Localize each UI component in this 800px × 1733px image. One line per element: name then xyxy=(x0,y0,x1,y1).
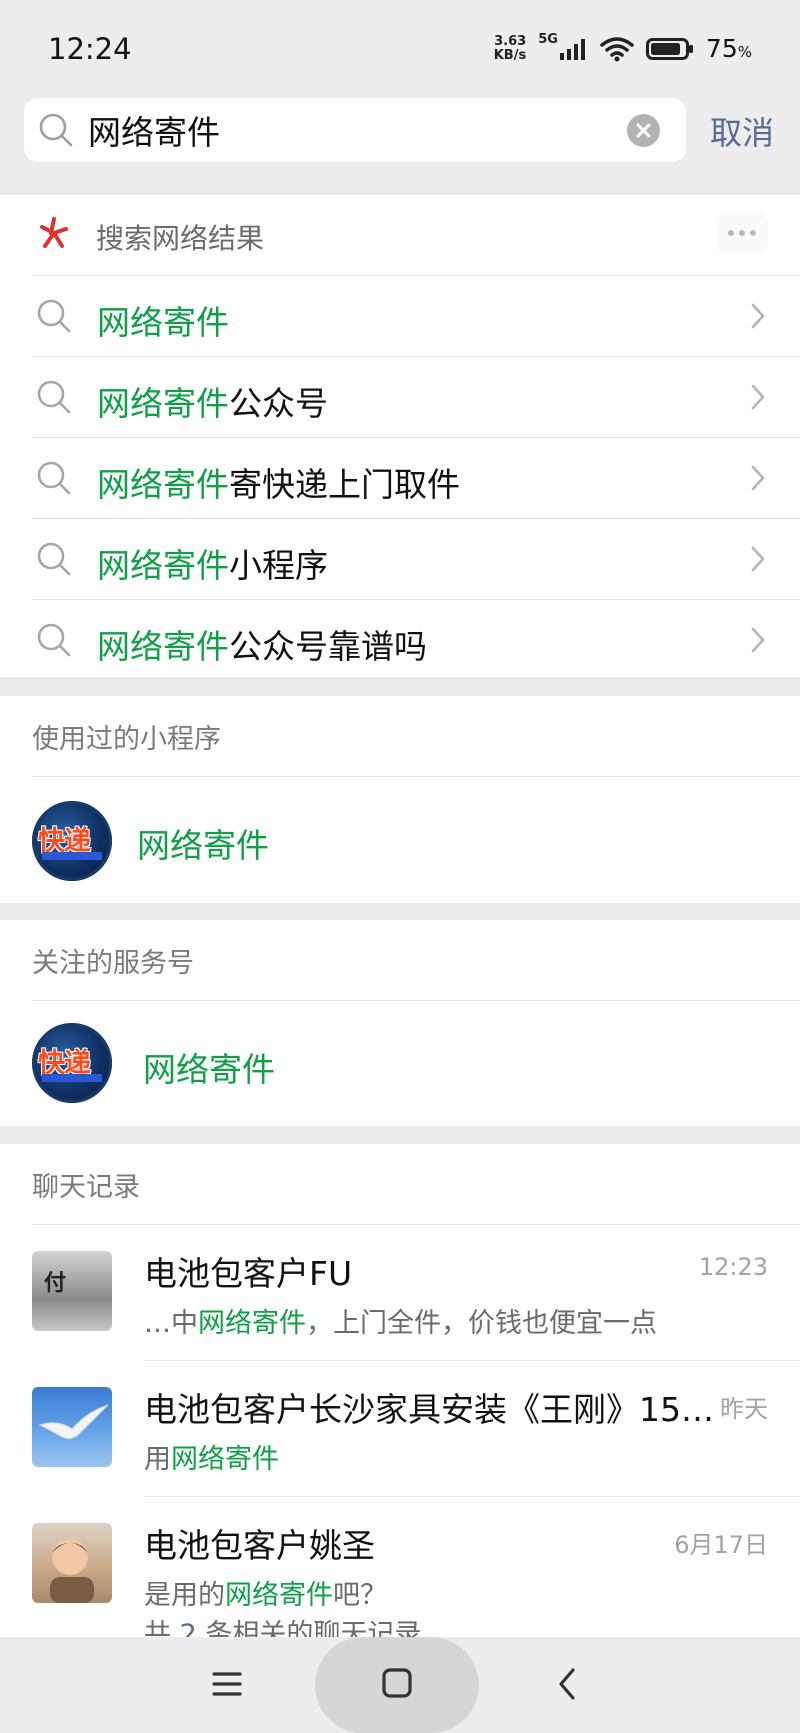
chat-records-section: 聊天记录 付 电池包客户FU 12:23 …中网络寄件，上门全件，价钱也便宜一点… xyxy=(0,1144,800,1637)
avatar xyxy=(32,1523,112,1603)
chat-record-item[interactable]: 电池包客户长沙家具安装《王刚》15… 昨天 用网络寄件 xyxy=(0,1361,800,1497)
search-input[interactable] xyxy=(88,106,628,154)
mini-program-item[interactable]: 快递 网络寄件 xyxy=(0,777,800,905)
chevron-right-icon xyxy=(751,465,765,491)
suggestion-text: 网络寄件小程序 xyxy=(97,546,328,585)
more-dot-icon xyxy=(739,230,745,236)
more-dot-icon xyxy=(728,230,734,236)
search-icon xyxy=(37,299,71,333)
network-speed: 3.63 KB/s xyxy=(493,33,527,63)
search-suggestion[interactable]: 网络寄件 xyxy=(0,276,800,356)
followed-service-accounts-section: 关注的服务号 快递 网络寄件 xyxy=(0,920,800,1126)
chevron-right-icon xyxy=(751,384,765,410)
chat-time: 12:23 xyxy=(698,1253,768,1281)
logo-band xyxy=(42,1074,102,1082)
service-account-logo: 快递 xyxy=(32,1023,112,1103)
search-suggestion[interactable]: 网络寄件寄快递上门取件 xyxy=(0,438,800,518)
chevron-right-icon xyxy=(751,303,765,329)
clear-search-button[interactable] xyxy=(627,114,660,147)
mini-program-name: 网络寄件 xyxy=(137,826,269,865)
wifi-icon xyxy=(600,36,634,61)
search-icon xyxy=(37,461,71,495)
search-suggestion[interactable]: 网络寄件小程序 xyxy=(0,519,800,599)
chat-snippet: …中网络寄件，上门全件，价钱也便宜一点 xyxy=(144,1308,657,1339)
search-icon xyxy=(37,623,71,657)
bird-image xyxy=(38,1404,109,1440)
cancel-button[interactable]: 取消 xyxy=(710,108,774,154)
section-header: 关注的服务号 xyxy=(32,947,194,979)
chat-title: 电池包客户长沙家具安装《王刚》15… xyxy=(144,1390,714,1429)
suggestion-text: 网络寄件 xyxy=(97,303,229,342)
avatar xyxy=(32,1387,112,1467)
baby-photo-image xyxy=(50,1539,94,1603)
chat-title: 电池包客户FU xyxy=(144,1254,353,1293)
search-icon xyxy=(39,113,73,147)
section-header: 使用过的小程序 xyxy=(32,723,221,755)
battery-percentage: 75% xyxy=(705,34,752,63)
chevron-right-icon xyxy=(751,546,765,572)
status-time: 12:24 xyxy=(48,32,132,66)
service-account-name: 网络寄件 xyxy=(143,1050,275,1089)
more-dot-icon xyxy=(750,230,756,236)
system-navigation-bar xyxy=(0,1637,800,1733)
web-results-section: 搜索网络结果 网络寄件 网络寄件公众号 网络寄件寄快递上门取件 网络寄件小程序 … xyxy=(0,195,800,677)
cellular-signal-icon xyxy=(559,38,585,60)
menu-icon[interactable] xyxy=(211,1669,243,1699)
search-suggestion[interactable]: 网络寄件公众号靠谱吗 xyxy=(0,600,800,680)
chat-time: 昨天 xyxy=(720,1395,768,1423)
battery-icon xyxy=(645,37,693,60)
search-icon xyxy=(37,542,71,576)
avatar: 付 xyxy=(32,1251,112,1331)
search-box[interactable] xyxy=(24,98,686,162)
chevron-right-icon xyxy=(751,627,765,653)
used-mini-programs-section: 使用过的小程序 快递 网络寄件 xyxy=(0,696,800,903)
status-icons: 3.63 KB/s 5G 75% xyxy=(493,32,752,63)
home-icon[interactable] xyxy=(381,1667,413,1699)
back-icon[interactable] xyxy=(556,1667,578,1701)
chat-snippet: 用网络寄件 xyxy=(144,1444,279,1475)
network-type-label: 5G xyxy=(538,32,558,47)
search-suggestion[interactable]: 网络寄件公众号 xyxy=(0,357,800,437)
suggestion-text: 网络寄件公众号 xyxy=(97,384,328,423)
search-engine-logo-icon xyxy=(40,217,68,248)
chat-snippet: 是用的网络寄件吧？ xyxy=(144,1580,387,1611)
search-icon xyxy=(37,380,71,414)
chat-time: 6月17日 xyxy=(674,1531,768,1559)
chat-record-item[interactable]: 付 电池包客户FU 12:23 …中网络寄件，上门全件，价钱也便宜一点 xyxy=(0,1225,800,1361)
logo-band xyxy=(42,852,102,860)
section-header: 聊天记录 xyxy=(32,1171,140,1203)
mini-program-logo: 快递 xyxy=(32,801,112,881)
chat-title: 电池包客户姚圣 xyxy=(144,1526,375,1565)
suggestion-text: 网络寄件公众号靠谱吗 xyxy=(97,627,427,666)
web-results-title: 搜索网络结果 xyxy=(96,222,265,255)
service-account-item[interactable]: 快递 网络寄件 xyxy=(0,1001,800,1129)
web-results-header: 搜索网络结果 xyxy=(0,195,800,275)
suggestion-text: 网络寄件寄快递上门取件 xyxy=(97,465,460,504)
more-options-button[interactable] xyxy=(716,213,768,253)
close-icon xyxy=(636,123,651,138)
more-chat-records-link[interactable]: 共 2 条相关的聊天记录 xyxy=(144,1612,421,1637)
status-bar: 12:24 3.63 KB/s 5G 75% xyxy=(0,0,800,96)
